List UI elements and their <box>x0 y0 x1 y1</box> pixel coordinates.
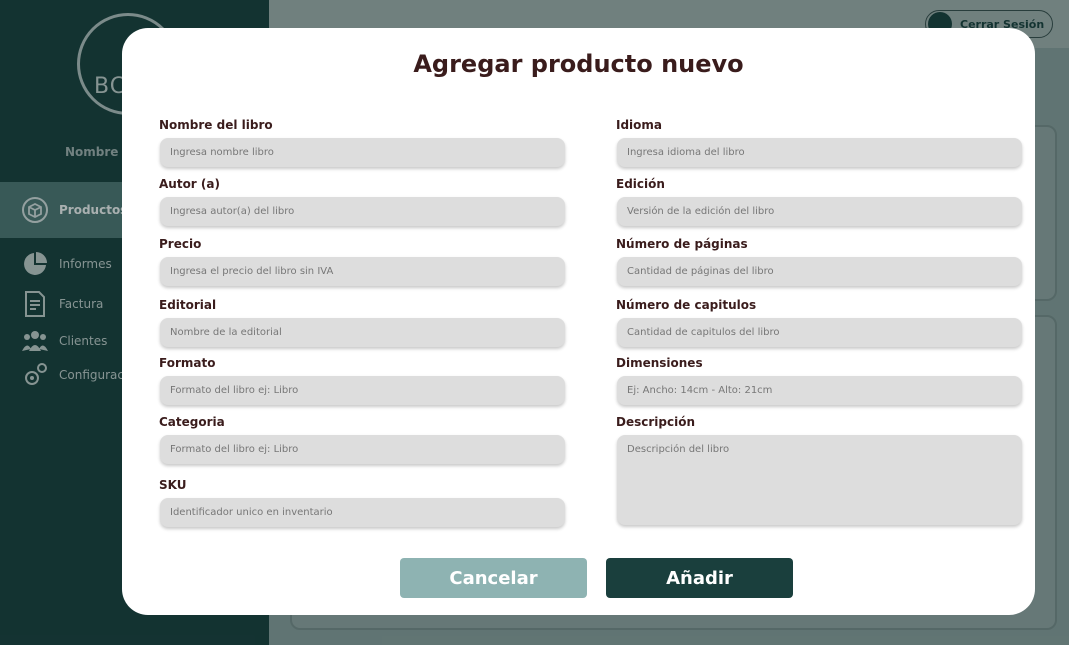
add-product-modal: Agregar producto nuevo Nombre del libro … <box>122 28 1035 615</box>
description-label: Descripción <box>616 415 695 429</box>
sku-label: SKU <box>159 478 187 492</box>
chapter-count-input[interactable] <box>617 318 1022 347</box>
author-label: Autor (a) <box>159 177 220 191</box>
modal-title: Agregar producto nuevo <box>413 50 744 78</box>
format-label: Formato <box>159 356 216 370</box>
author-input[interactable] <box>160 197 565 226</box>
edition-label: Edición <box>616 177 665 191</box>
price-label: Precio <box>159 237 202 251</box>
description-textarea[interactable] <box>617 435 1022 525</box>
price-input[interactable] <box>160 257 565 286</box>
book-name-label: Nombre del libro <box>159 118 273 132</box>
dimensions-input[interactable] <box>617 376 1022 405</box>
publisher-label: Editorial <box>159 298 217 312</box>
format-input[interactable] <box>160 376 565 405</box>
category-label: Categoria <box>159 415 225 429</box>
page-count-label: Número de páginas <box>616 237 748 251</box>
add-button[interactable]: Añadir <box>606 558 793 598</box>
chapter-count-label: Número de capitulos <box>616 298 757 312</box>
page-count-input[interactable] <box>617 257 1022 286</box>
language-label: Idioma <box>616 118 663 132</box>
publisher-input[interactable] <box>160 318 565 347</box>
sku-input[interactable] <box>160 498 565 527</box>
category-input[interactable] <box>160 435 565 464</box>
language-input[interactable] <box>617 138 1022 167</box>
book-name-input[interactable] <box>160 138 565 167</box>
dimensions-label: Dimensiones <box>616 356 703 370</box>
edition-input[interactable] <box>617 197 1022 226</box>
cancel-button[interactable]: Cancelar <box>400 558 587 598</box>
